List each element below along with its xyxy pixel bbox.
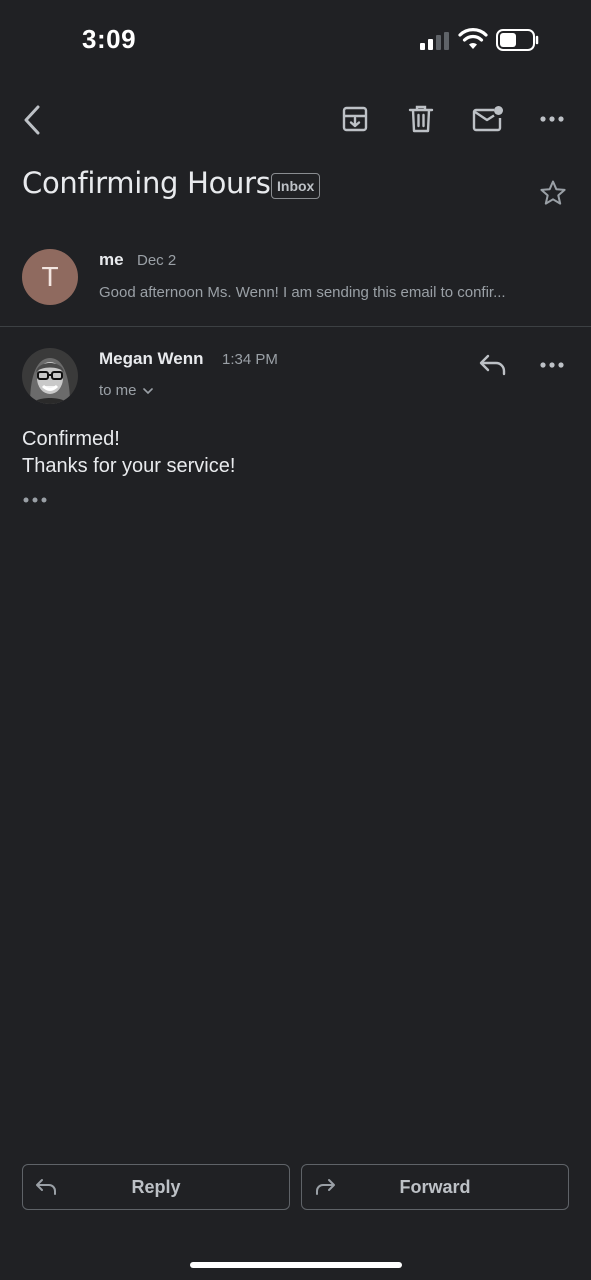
reply-button-label: Reply bbox=[131, 1176, 181, 1197]
reply-icon bbox=[479, 354, 506, 376]
chevron-left-icon bbox=[24, 105, 40, 135]
battery-icon bbox=[496, 29, 539, 51]
star-icon bbox=[540, 180, 566, 205]
more-options-button[interactable] bbox=[532, 100, 572, 138]
forward-icon bbox=[316, 1179, 335, 1195]
reply-icon bbox=[36, 1179, 56, 1195]
chevron-down-icon bbox=[142, 387, 153, 394]
wifi-icon bbox=[458, 28, 488, 49]
recipients-label: to me bbox=[99, 382, 137, 399]
message-body-line: Thanks for your service! bbox=[22, 455, 236, 477]
message-time: 1:34 PM bbox=[222, 351, 278, 368]
ellipsis-icon bbox=[23, 497, 47, 503]
forward-button[interactable]: Forward bbox=[301, 1164, 569, 1210]
delete-button[interactable] bbox=[402, 100, 440, 138]
reply-button[interactable]: Reply bbox=[22, 1164, 290, 1210]
message-body: Confirmed! Thanks for your service! bbox=[22, 426, 235, 480]
show-trimmed-content-button[interactable] bbox=[22, 490, 50, 510]
message-date: Dec 2 bbox=[137, 252, 177, 269]
sender-avatar-photo[interactable] bbox=[22, 348, 78, 404]
status-time: 3:09 bbox=[82, 24, 137, 54]
inbox-label-badge[interactable]: Inbox bbox=[271, 173, 321, 199]
more-horizontal-icon bbox=[540, 362, 564, 368]
sender-avatar[interactable]: T bbox=[22, 249, 78, 305]
profile-photo-icon bbox=[22, 348, 78, 404]
star-button[interactable] bbox=[536, 176, 570, 210]
sender-name: Megan Wenn bbox=[99, 349, 204, 368]
reply-quick-button[interactable] bbox=[474, 348, 512, 382]
forward-button-label: Forward bbox=[399, 1176, 471, 1197]
more-horizontal-icon bbox=[540, 116, 564, 122]
back-button[interactable] bbox=[14, 100, 50, 140]
message-more-button[interactable] bbox=[532, 348, 572, 382]
trash-icon bbox=[408, 105, 434, 133]
home-indicator[interactable] bbox=[190, 1262, 402, 1268]
thread-subject: Confirming Hours bbox=[22, 166, 271, 200]
cellular-signal-icon bbox=[420, 32, 449, 50]
message-snippet[interactable]: Good afternoon Ms. Wenn! I am sending th… bbox=[99, 284, 564, 301]
recipients-toggle[interactable]: to me bbox=[99, 382, 153, 399]
mark-unread-button[interactable] bbox=[468, 100, 508, 138]
message-divider bbox=[0, 326, 591, 327]
archive-button[interactable] bbox=[336, 100, 374, 138]
archive-icon bbox=[342, 106, 368, 132]
sender-name: me bbox=[99, 250, 124, 269]
message-body-line: Confirmed! bbox=[22, 428, 120, 450]
mail-unread-icon bbox=[472, 106, 503, 132]
